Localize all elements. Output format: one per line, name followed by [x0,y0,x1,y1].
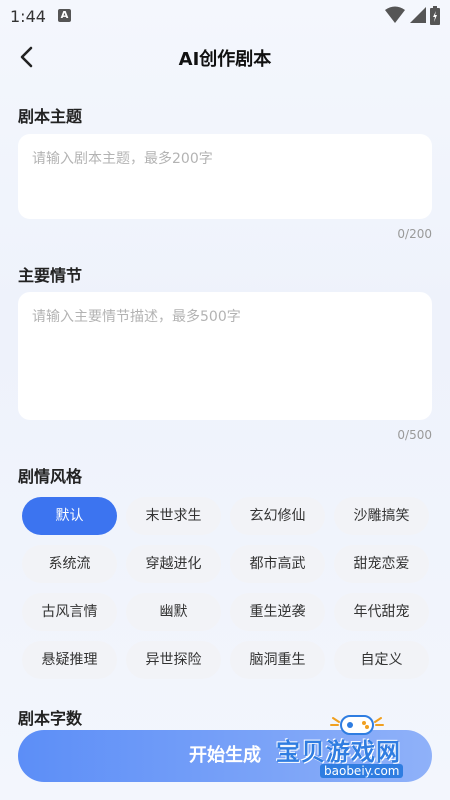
watermark-url: baobeiy.com [320,764,404,778]
style-chip[interactable]: 年代甜宠 [334,593,429,631]
watermark-title: 宝贝游戏网 [276,738,401,766]
app-header: AI创作剧本 [0,32,450,82]
style-chip[interactable]: 末世求生 [126,497,221,535]
style-chip[interactable]: 悬疑推理 [22,641,117,679]
word-count-label: 剧本字数 [18,709,83,728]
plot-label: 主要情节 [18,266,83,285]
style-chip[interactable]: 系统流 [22,545,117,583]
style-chip[interactable]: 脑洞重生 [230,641,325,679]
page-title: AI创作剧本 [178,49,272,70]
signal-icon [410,7,426,23]
style-chip[interactable]: 沙雕搞笑 [334,497,429,535]
plot-input[interactable]: 请输入主要情节描述，最多500字 [18,292,432,420]
theme-label: 剧本主题 [18,107,83,126]
notification-icon: A [58,9,71,22]
style-chip[interactable]: 幽默 [126,593,221,631]
style-chip[interactable]: 古风言情 [22,593,117,631]
plot-counter: 0/500 [397,428,432,442]
status-time: 1:44 [10,7,46,26]
style-chip[interactable]: 都市高武 [230,545,325,583]
style-chip[interactable]: 重生逆袭 [230,593,325,631]
wifi-icon [385,6,405,23]
plot-placeholder: 请输入主要情节描述，最多500字 [32,309,241,325]
style-chip[interactable]: 穿越进化 [126,545,221,583]
style-chip[interactable]: 自定义 [334,641,429,679]
style-chip[interactable]: 异世探险 [126,641,221,679]
style-chip[interactable]: 甜宠恋爱 [334,545,429,583]
theme-placeholder: 请输入剧本主题，最多200字 [32,151,213,167]
style-chip[interactable]: 默认 [22,497,117,535]
theme-input[interactable]: 请输入剧本主题，最多200字 [18,134,432,219]
theme-counter: 0/200 [397,227,432,241]
watermark: 宝贝游戏网 baobeiy.com [272,712,442,786]
style-chip[interactable]: 玄幻修仙 [230,497,325,535]
status-bar: 1:44 A [0,0,450,32]
battery-icon [430,6,440,25]
style-label: 剧情风格 [18,467,83,486]
